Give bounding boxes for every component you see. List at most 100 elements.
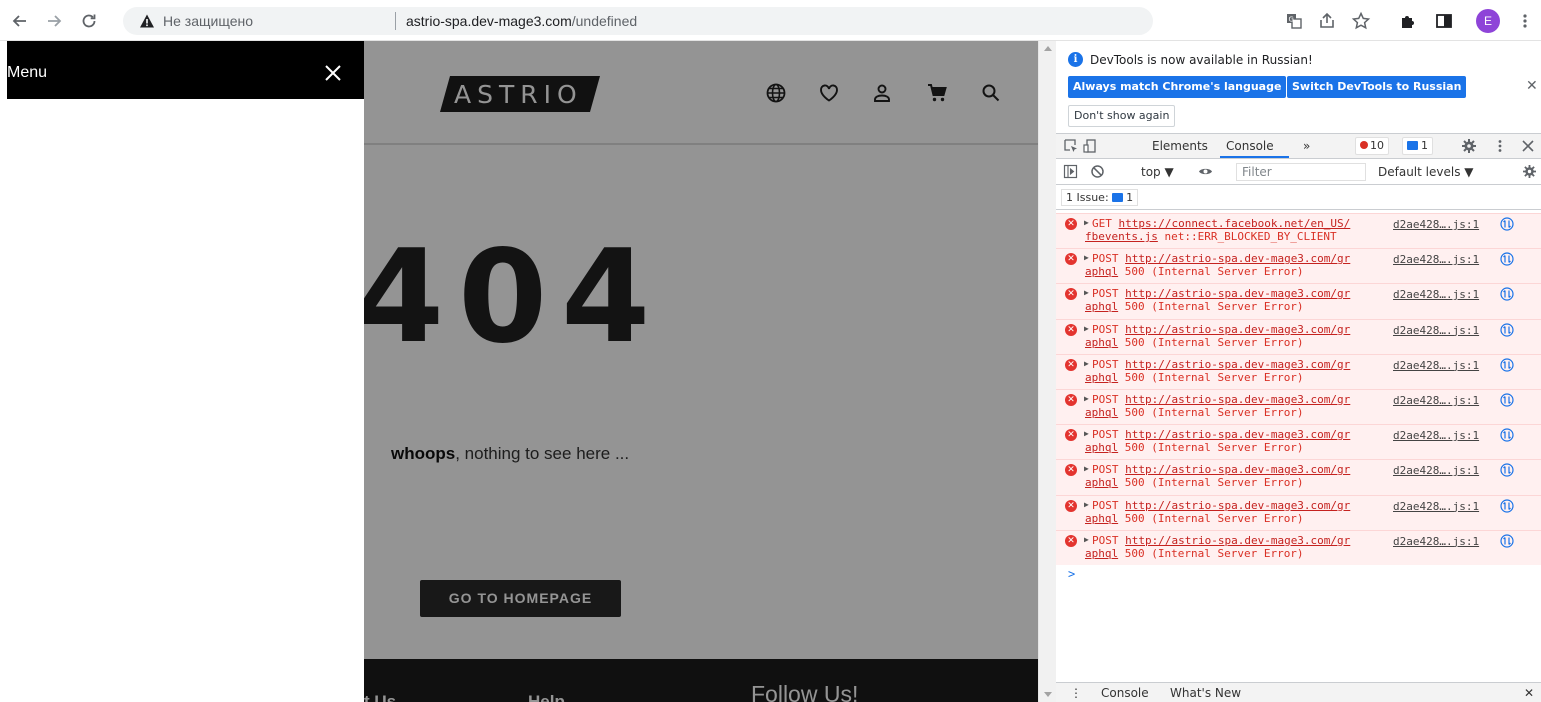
request-url-cont[interactable]: aphql <box>1085 476 1118 489</box>
network-icon[interactable] <box>1500 287 1514 301</box>
url-text[interactable]: astrio-spa.dev-mage3.com/undefined <box>406 13 637 29</box>
request-url[interactable]: http://astrio-spa.dev-mage3.com/gr <box>1125 499 1350 512</box>
source-link[interactable]: d2ae428….js:1 <box>1393 253 1479 266</box>
close-icon[interactable]: ✕ <box>1526 78 1538 94</box>
address-bar[interactable]: Не защищено astrio-spa.dev-mage3.com/und… <box>123 7 1153 35</box>
source-link[interactable]: d2ae428….js:1 <box>1393 429 1479 442</box>
gear-icon[interactable] <box>1461 138 1477 154</box>
drawer-tab-whats-new[interactable]: What's New <box>1170 686 1241 700</box>
error-count-badge[interactable]: 10 <box>1355 137 1389 155</box>
profile-avatar[interactable]: E <box>1476 9 1500 33</box>
log-levels-dropdown[interactable]: Default levels ▼ <box>1378 165 1474 179</box>
device-icon[interactable] <box>1083 138 1099 154</box>
request-url-cont[interactable]: aphql <box>1085 265 1118 278</box>
share-icon[interactable] <box>1317 11 1337 31</box>
source-link[interactable]: d2ae428….js:1 <box>1393 535 1479 548</box>
source-link[interactable]: d2ae428….js:1 <box>1393 464 1479 477</box>
console-error-row[interactable]: ✕ ▶ POST http://astrio-spa.dev-mage3.com/… <box>1056 353 1541 389</box>
scroll-up-arrow-icon[interactable] <box>1044 46 1052 51</box>
close-icon[interactable] <box>323 63 343 83</box>
source-link[interactable]: d2ae428….js:1 <box>1393 394 1479 407</box>
request-url-cont[interactable]: fbevents.js <box>1085 230 1158 243</box>
tab-more[interactable]: » <box>1303 139 1310 153</box>
kebab-menu-icon[interactable] <box>1515 11 1535 31</box>
warning-icon[interactable] <box>139 13 155 29</box>
drawer-tab-console[interactable]: Console <box>1101 686 1149 700</box>
security-label[interactable]: Не защищено <box>163 13 253 29</box>
forward-arrow-icon[interactable] <box>44 11 64 31</box>
console-prompt[interactable]: > <box>1056 565 1541 583</box>
request-url[interactable]: http://astrio-spa.dev-mage3.com/gr <box>1125 287 1350 300</box>
source-link[interactable]: d2ae428….js:1 <box>1393 324 1479 337</box>
request-url[interactable]: http://astrio-spa.dev-mage3.com/gr <box>1125 534 1350 547</box>
tab-elements[interactable]: Elements <box>1152 139 1208 153</box>
scroll-down-arrow-icon[interactable] <box>1044 692 1052 697</box>
request-url-cont[interactable]: aphql <box>1085 406 1118 419</box>
request-url-cont[interactable]: aphql <box>1085 371 1118 384</box>
clear-icon[interactable] <box>1090 164 1105 179</box>
source-link[interactable]: d2ae428….js:1 <box>1393 500 1479 513</box>
inspect-icon[interactable] <box>1063 138 1079 154</box>
expand-icon[interactable]: ▶ <box>1084 535 1089 544</box>
console-error-row[interactable]: ✕ ▶ GET https://connect.facebook.net/en_U… <box>1056 213 1541 249</box>
console-error-row[interactable]: ✕ ▶ POST http://astrio-spa.dev-mage3.com/… <box>1056 494 1541 530</box>
request-url[interactable]: http://astrio-spa.dev-mage3.com/gr <box>1125 252 1350 265</box>
dont-show-again-button[interactable]: Don't show again <box>1068 105 1176 127</box>
expand-icon[interactable]: ▶ <box>1084 324 1089 333</box>
issues-button[interactable]: 1 Issue: 1 <box>1061 189 1139 206</box>
console-error-row[interactable]: ✕ ▶ POST http://astrio-spa.dev-mage3.com/… <box>1056 248 1541 284</box>
sidepanel-icon[interactable] <box>1434 11 1454 31</box>
network-icon[interactable] <box>1500 252 1514 266</box>
expand-icon[interactable]: ▶ <box>1084 394 1089 403</box>
kebab-menu-icon[interactable] <box>1492 138 1508 154</box>
console-error-row[interactable]: ✕ ▶ POST http://astrio-spa.dev-mage3.com/… <box>1056 529 1541 565</box>
extensions-icon[interactable] <box>1398 11 1418 31</box>
kebab-menu-icon[interactable]: ⋮ <box>1070 686 1082 700</box>
request-url[interactable]: http://astrio-spa.dev-mage3.com/gr <box>1125 463 1350 476</box>
network-icon[interactable] <box>1500 322 1514 337</box>
network-icon[interactable] <box>1500 534 1514 548</box>
translate-icon[interactable]: G <box>1284 11 1304 31</box>
filter-input[interactable]: Filter <box>1236 163 1366 181</box>
network-icon[interactable] <box>1500 498 1514 513</box>
expand-icon[interactable]: ▶ <box>1084 359 1089 368</box>
close-icon[interactable] <box>1520 138 1536 154</box>
star-icon[interactable] <box>1351 11 1371 31</box>
console-error-row[interactable]: ✕ ▶ POST http://astrio-spa.dev-mage3.com/… <box>1056 283 1541 319</box>
context-selector[interactable]: top ▼ <box>1141 165 1174 179</box>
console-error-row[interactable]: ✕ ▶ POST http://astrio-spa.dev-mage3.com/… <box>1056 459 1541 495</box>
network-icon[interactable] <box>1500 463 1514 477</box>
request-url[interactable]: http://astrio-spa.dev-mage3.com/gr <box>1125 323 1350 336</box>
network-icon[interactable] <box>1500 358 1514 372</box>
tab-console[interactable]: Console <box>1226 139 1274 153</box>
source-link[interactable]: d2ae428….js:1 <box>1393 288 1479 301</box>
gear-icon[interactable] <box>1522 164 1537 179</box>
expand-icon[interactable]: ▶ <box>1084 464 1089 473</box>
network-icon[interactable] <box>1500 217 1514 231</box>
request-url-cont[interactable]: aphql <box>1085 512 1118 525</box>
reload-icon[interactable] <box>79 11 99 31</box>
eye-icon[interactable] <box>1198 164 1213 179</box>
request-url[interactable]: http://astrio-spa.dev-mage3.com/gr <box>1125 428 1350 441</box>
request-url-cont[interactable]: aphql <box>1085 547 1118 560</box>
switch-to-russian-button[interactable]: Switch DevTools to Russian <box>1287 76 1467 98</box>
request-url-cont[interactable]: aphql <box>1085 300 1118 313</box>
console-error-row[interactable]: ✕ ▶ POST http://astrio-spa.dev-mage3.com/… <box>1056 424 1541 460</box>
sidebar-icon[interactable] <box>1063 164 1078 179</box>
expand-icon[interactable]: ▶ <box>1084 429 1089 438</box>
request-url-cont[interactable]: aphql <box>1085 336 1118 349</box>
network-icon[interactable] <box>1500 393 1514 407</box>
expand-icon[interactable]: ▶ <box>1084 288 1089 297</box>
console-error-row[interactable]: ✕ ▶ POST http://astrio-spa.dev-mage3.com/… <box>1056 318 1541 354</box>
back-arrow-icon[interactable] <box>10 11 30 31</box>
expand-icon[interactable]: ▶ <box>1084 253 1089 262</box>
request-url[interactable]: http://astrio-spa.dev-mage3.com/gr <box>1125 358 1350 371</box>
network-icon[interactable] <box>1500 428 1514 442</box>
message-count-badge[interactable]: 1 <box>1402 137 1433 155</box>
close-icon[interactable]: ✕ <box>1524 686 1534 700</box>
request-url-cont[interactable]: aphql <box>1085 441 1118 454</box>
console-error-row[interactable]: ✕ ▶ POST http://astrio-spa.dev-mage3.com/… <box>1056 388 1541 425</box>
expand-icon[interactable]: ▶ <box>1084 500 1089 509</box>
match-language-button[interactable]: Always match Chrome's language <box>1068 76 1287 98</box>
source-link[interactable]: d2ae428….js:1 <box>1393 359 1479 372</box>
